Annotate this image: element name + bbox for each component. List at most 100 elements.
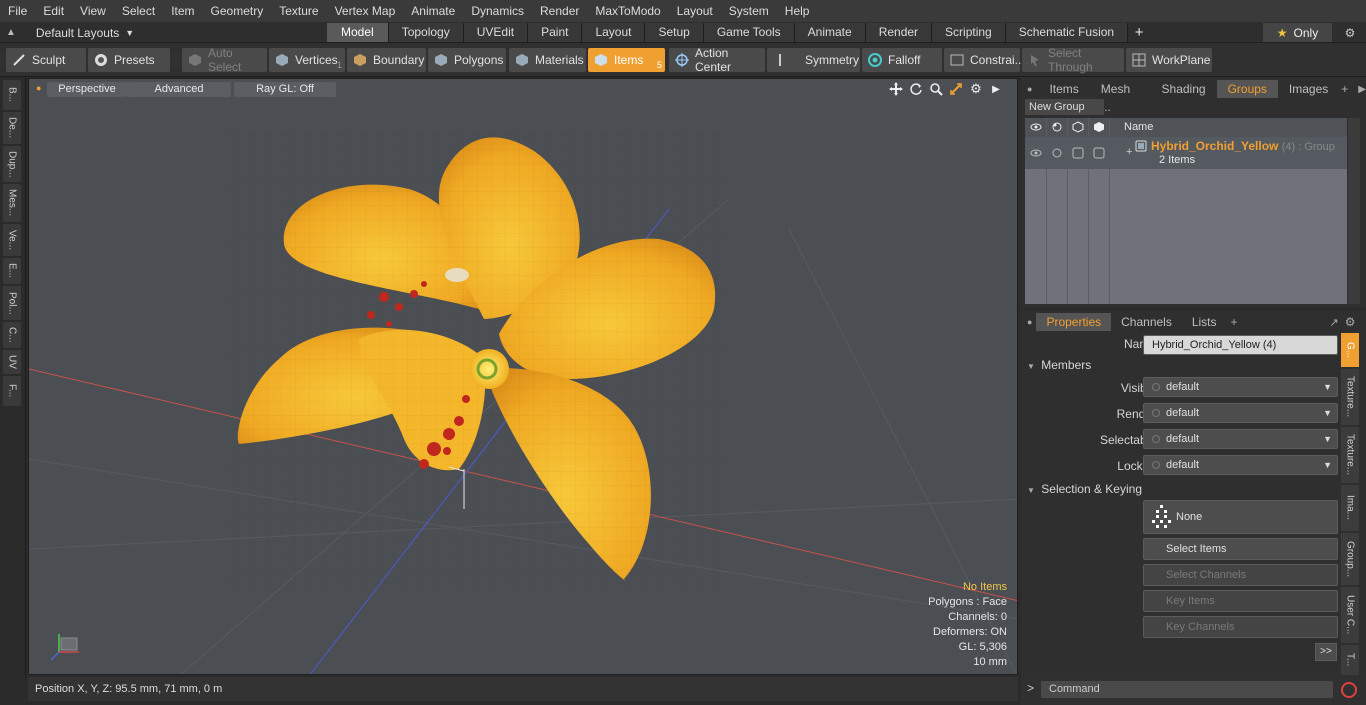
- locked-dropdown[interactable]: default ▼: [1143, 455, 1338, 475]
- add-tab-button[interactable]: +: [1128, 23, 1150, 42]
- shading-dropdown[interactable]: Advanced: [127, 82, 231, 97]
- groups-scrollbar[interactable]: [1348, 118, 1360, 304]
- row-render-icon[interactable]: [1051, 147, 1063, 159]
- side-tab-group-2[interactable]: Group...: [1341, 533, 1359, 585]
- viewport-gear-icon[interactable]: ⚙: [969, 81, 983, 96]
- menu-edit[interactable]: Edit: [35, 0, 72, 22]
- tab-layout[interactable]: Layout: [582, 23, 646, 42]
- row-eye-icon[interactable]: [1030, 147, 1042, 159]
- locked-icon[interactable]: [1093, 121, 1105, 133]
- polygons-button[interactable]: Polygons: [428, 48, 506, 72]
- vertices-button[interactable]: Vertices 1: [269, 48, 345, 72]
- gear-icon[interactable]: ⚙: [1340, 23, 1360, 42]
- tab-mesh[interactable]: Mesh ...: [1090, 80, 1151, 114]
- side-tab-texture-1[interactable]: Texture...: [1341, 369, 1359, 425]
- default-layouts-dropdown[interactable]: ▲ Default Layouts ▼: [6, 22, 134, 43]
- panel-menu-dot[interactable]: ●: [1027, 84, 1032, 94]
- menu-animate[interactable]: Animate: [403, 0, 463, 22]
- select-items-button[interactable]: Select Items: [1143, 538, 1338, 560]
- falloff-button[interactable]: Falloff: [862, 48, 942, 72]
- only-toggle[interactable]: ★ Only: [1263, 23, 1332, 42]
- properties-gear-icon[interactable]: ⚙: [1345, 315, 1356, 329]
- raygl-dropdown[interactable]: Ray GL: Off: [234, 82, 336, 97]
- move-view-icon[interactable]: [889, 82, 903, 96]
- zoom-view-icon[interactable]: [929, 82, 943, 96]
- side-tab-user-channels[interactable]: User C...: [1341, 587, 1359, 643]
- members-section[interactable]: ▼ Members: [1027, 358, 1091, 372]
- panel-expand-icon[interactable]: ▶: [1358, 84, 1366, 95]
- menu-vertex-map[interactable]: Vertex Map: [327, 0, 404, 22]
- properties-menu-dot[interactable]: ●: [1027, 317, 1032, 327]
- left-tab-c[interactable]: C...: [3, 322, 21, 348]
- menu-help[interactable]: Help: [777, 0, 818, 22]
- action-center-button[interactable]: Action Center: [669, 46, 765, 74]
- visible-dropdown[interactable]: default ▼: [1143, 377, 1338, 397]
- more-button[interactable]: >>: [1315, 643, 1337, 661]
- tab-properties[interactable]: Properties: [1036, 313, 1112, 331]
- menu-file[interactable]: File: [0, 0, 35, 22]
- add-properties-tab-icon[interactable]: +: [1231, 315, 1238, 329]
- fit-view-icon[interactable]: [949, 82, 963, 96]
- menu-select[interactable]: Select: [114, 0, 163, 22]
- tab-scripting[interactable]: Scripting: [932, 23, 1006, 42]
- new-group-button[interactable]: New Group: [1025, 99, 1104, 115]
- none-button[interactable]: None: [1143, 500, 1338, 534]
- side-tab-image[interactable]: Ima...: [1341, 485, 1359, 531]
- record-icon[interactable]: [1341, 682, 1357, 698]
- left-tab-ve[interactable]: Ve...: [3, 224, 21, 256]
- constraints-button[interactable]: Constrai...: [944, 48, 1025, 72]
- presets-button[interactable]: Presets: [88, 48, 170, 72]
- tab-groups[interactable]: Groups: [1216, 80, 1278, 98]
- key-channels-button[interactable]: Key Channels: [1143, 616, 1338, 638]
- symmetry-button[interactable]: Symmetry: [767, 48, 860, 72]
- menu-render[interactable]: Render: [532, 0, 587, 22]
- menu-maxtomodo[interactable]: MaxToModo: [587, 0, 668, 22]
- menu-geometry[interactable]: Geometry: [203, 0, 272, 22]
- tab-game-tools[interactable]: Game Tools: [703, 23, 795, 42]
- 3d-viewport[interactable]: ● Perspective Advanced Ray GL: Off ⚙ ▶ N…: [28, 78, 1018, 675]
- left-tab-b[interactable]: B...: [3, 80, 21, 110]
- tab-lists[interactable]: Lists: [1182, 313, 1227, 331]
- tab-model[interactable]: Model: [327, 23, 389, 42]
- sculpt-button[interactable]: Sculpt: [6, 48, 86, 72]
- left-tab-dup[interactable]: Dup...: [3, 146, 21, 182]
- visibility-eye-icon[interactable]: [1030, 121, 1042, 133]
- menu-layout[interactable]: Layout: [669, 0, 721, 22]
- viewport-menu-dot[interactable]: ●: [36, 83, 41, 93]
- row-selectable-checkbox[interactable]: [1072, 147, 1084, 159]
- side-tab-texture-2[interactable]: Texture...: [1341, 427, 1359, 483]
- select-through-button[interactable]: Select Through: [1022, 46, 1124, 74]
- left-tab-mes[interactable]: Mes...: [3, 184, 21, 222]
- select-channels-button[interactable]: Select Channels: [1143, 564, 1338, 586]
- expand-plus-icon[interactable]: +: [1126, 146, 1132, 158]
- boundary-button[interactable]: Boundary: [347, 48, 426, 72]
- group-row[interactable]: + Hybrid_Orchid_Yellow (4) : Group 2 Ite…: [1025, 137, 1347, 169]
- menu-item[interactable]: Item: [163, 0, 202, 22]
- tab-animate[interactable]: Animate: [794, 23, 866, 42]
- side-tab-t[interactable]: T...: [1341, 645, 1359, 675]
- rotate-view-icon[interactable]: [909, 82, 923, 96]
- menu-system[interactable]: System: [721, 0, 777, 22]
- tab-setup[interactable]: Setup: [645, 23, 704, 42]
- command-input[interactable]: Command: [1041, 681, 1333, 698]
- tab-uvedit[interactable]: UVEdit: [463, 23, 529, 42]
- perspective-dropdown[interactable]: Perspective: [47, 82, 127, 97]
- side-tab-group[interactable]: G...: [1341, 333, 1359, 367]
- tab-schematic-fusion[interactable]: Schematic Fusion: [1005, 23, 1129, 42]
- add-panel-tab-icon[interactable]: +: [1341, 82, 1348, 96]
- selection-keying-section[interactable]: ▼ Selection & Keying: [1027, 482, 1142, 496]
- left-tab-pol[interactable]: Pol...: [3, 286, 21, 320]
- tab-channels[interactable]: Channels: [1111, 313, 1182, 331]
- collapse-icon[interactable]: ▲: [6, 27, 16, 38]
- workplane-button[interactable]: WorkPlane: [1126, 48, 1212, 72]
- row-locked-checkbox[interactable]: [1093, 147, 1105, 159]
- render-icon[interactable]: [1051, 121, 1063, 133]
- selectable-dropdown[interactable]: default ▼: [1143, 429, 1338, 449]
- left-tab-uv[interactable]: UV: [3, 350, 21, 374]
- left-tab-e[interactable]: E...: [3, 258, 21, 284]
- properties-popout-icon[interactable]: ↗: [1330, 316, 1339, 329]
- selectable-icon[interactable]: [1072, 121, 1084, 133]
- render-dropdown[interactable]: default ▼: [1143, 403, 1338, 423]
- menu-view[interactable]: View: [72, 0, 114, 22]
- left-tab-f[interactable]: F...: [3, 376, 21, 406]
